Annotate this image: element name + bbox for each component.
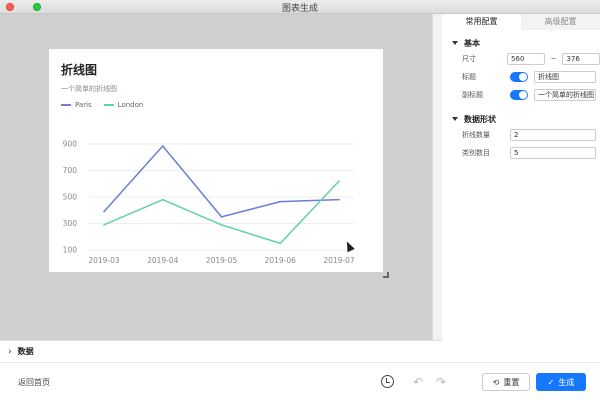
- line-count-row: 折线数量 2: [442, 126, 600, 144]
- generate-button[interactable]: ✓ 生成: [536, 373, 586, 391]
- x-tick-label: 2019-07: [323, 256, 355, 265]
- data-point: [338, 180, 340, 182]
- y-tick-label: 300: [63, 219, 78, 228]
- resize-handle-icon[interactable]: [383, 272, 389, 278]
- height-input[interactable]: 376: [562, 53, 600, 65]
- bottom-toolbar: 返回首页 ↶ ↷ ⟲ 重置 ✓ 生成: [0, 362, 600, 400]
- generate-label: 生成: [558, 377, 575, 387]
- caret-down-icon: [452, 117, 458, 121]
- data-point: [220, 216, 223, 218]
- back-home-link[interactable]: 返回首页: [18, 377, 50, 388]
- size-row: 尺寸 560 ~ 376: [442, 50, 600, 68]
- x-tick-label: 2019-05: [206, 256, 238, 265]
- size-label: 尺寸: [462, 55, 476, 63]
- data-point: [103, 210, 105, 213]
- size-separator: ~: [550, 55, 557, 63]
- config-tabs: 常用配置 高级配置: [442, 14, 600, 30]
- reset-label: 重置: [503, 377, 520, 387]
- data-point: [161, 145, 164, 147]
- panel-divider[interactable]: [432, 14, 442, 340]
- tab-common-config[interactable]: 常用配置: [442, 14, 521, 30]
- category-count-row: 类别数目 5: [442, 144, 600, 162]
- subtitle-label: 副标题: [462, 91, 483, 99]
- subtitle-toggle[interactable]: [510, 90, 528, 100]
- title-input[interactable]: 折线图: [534, 71, 596, 83]
- toggle-knob: [519, 73, 527, 81]
- toggle-knob: [519, 91, 527, 99]
- caret-down-icon: [452, 41, 458, 45]
- data-point: [338, 198, 340, 201]
- line-count-input[interactable]: 2: [510, 129, 596, 141]
- y-tick-label: 500: [63, 193, 78, 202]
- x-tick-label: 2019-03: [88, 256, 120, 265]
- undo-icon[interactable]: ↶: [413, 375, 423, 389]
- history-clock-icon[interactable]: [381, 375, 394, 388]
- category-count-label: 类别数目: [462, 149, 490, 157]
- config-panel: 常用配置 高级配置 基本 尺寸 560 ~ 376 标题 折线图 副标题 一个简…: [442, 14, 600, 340]
- series-line-london: [103, 180, 340, 245]
- data-point: [220, 224, 223, 226]
- check-icon: ✓: [547, 377, 555, 387]
- subtitle-input[interactable]: 一个简单的折线图: [534, 89, 596, 101]
- y-tick-label: 100: [63, 246, 78, 255]
- title-toggle[interactable]: [510, 72, 528, 82]
- section-data-shape-label: 数据形状: [464, 114, 496, 124]
- data-point: [279, 242, 282, 245]
- section-basic-label: 基本: [464, 38, 480, 48]
- reset-icon: ⟲: [492, 377, 500, 387]
- series-line-paris: [103, 144, 340, 218]
- category-count-input[interactable]: 5: [510, 147, 596, 159]
- chevron-right-icon: ›: [8, 346, 12, 357]
- y-tick-label: 900: [63, 140, 78, 149]
- redo-icon[interactable]: ↷: [436, 375, 446, 389]
- line-count-label: 折线数量: [462, 131, 490, 139]
- data-point: [103, 224, 105, 226]
- tab-advanced-config[interactable]: 高级配置: [521, 14, 600, 30]
- title-label: 标题: [462, 73, 476, 81]
- data-section-toggle[interactable]: › 数据: [0, 340, 442, 362]
- data-point: [279, 200, 282, 203]
- line-chart: 100 300 500 700 900 2019-03 2019-04 2019-05 2019…: [63, 140, 355, 266]
- chart-card[interactable]: 折线图 一个简单的折线图 Paris London 100 300 500 700 90…: [49, 49, 383, 272]
- window-title: 图表生成: [281, 4, 318, 14]
- section-data-shape[interactable]: 数据形状: [442, 112, 600, 126]
- title-row: 标题 折线图: [442, 68, 600, 86]
- subtitle-row: 副标题 一个简单的折线图: [442, 86, 600, 104]
- reset-button[interactable]: ⟲ 重置: [482, 373, 530, 391]
- x-tick-label: 2019-06: [265, 256, 297, 265]
- width-input[interactable]: 560: [507, 53, 545, 65]
- data-point: [161, 198, 164, 201]
- section-basic[interactable]: 基本: [442, 36, 600, 50]
- window-titlebar: 图表生成: [0, 0, 600, 14]
- x-tick-label: 2019-04: [147, 256, 179, 265]
- data-section-label: 数据: [17, 347, 34, 356]
- y-tick-label: 700: [63, 166, 78, 175]
